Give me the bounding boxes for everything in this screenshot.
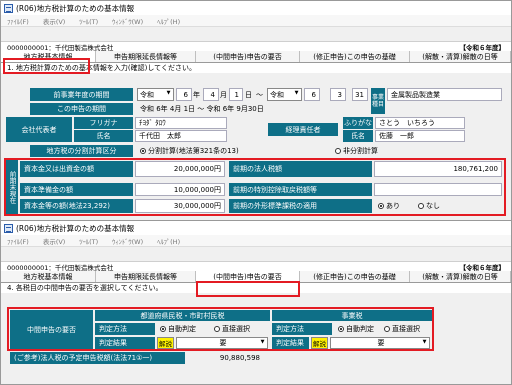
prev-year2-input[interactable]: 6 [304,88,320,101]
acct-furigana-input[interactable]: さとう いちろう [375,117,465,129]
menu-bar: ﾌｧｲﾙ(F) 表示(V) ﾂｰﾙ(T) ｳｨﾝﾄﾞｳ(W) ﾍﾙﾌﾟ(H) [1,15,511,27]
fiscal-year: 【令和６年度】 [459,43,506,52]
highlight-zenki [4,158,506,216]
tilde-sep: ～ [256,90,263,99]
tab-local-tax-basic[interactable]: 地方税基本情報 [1,271,96,282]
prev-day1-input[interactable]: 1 [229,88,243,101]
this-period-value: 令和 6年 4月 1日 ～ 令和 6年 9月30日 [140,105,264,113]
era-select-end[interactable]: 令和 ▼ [267,88,302,101]
highlight-interim-table [7,307,434,351]
menu-window[interactable]: ｳｨﾝﾄﾞｳ(W) [112,16,143,26]
month-sep: 月 [220,90,227,99]
app-icon [4,3,13,13]
chevron-down-icon: ▼ [294,90,299,96]
menu-window[interactable]: ｳｨﾝﾄﾞｳ(W) [112,236,143,246]
menu-bar: ﾌｧｲﾙ(F) 表示(V) ﾂｰﾙ(T) ｳｨﾝﾄﾞｳ(W) ﾍﾙﾌﾟ(H) [1,235,511,247]
company-name: 0000000001：千代田製造株式会社 [7,43,114,52]
menu-tools[interactable]: ﾂｰﾙ(T) [79,16,98,26]
jigyo-label: 事業種目 [371,88,385,114]
highlight-tab [3,58,90,74]
menu-file[interactable]: ﾌｧｲﾙ(F) [7,236,29,246]
toolbar-gap [1,247,511,261]
prev-year1-input[interactable]: 6 [176,88,192,101]
chevron-down-icon: ▼ [166,90,171,96]
year-sep: 年 [193,90,200,99]
bunkatsu-opt2: 非分割計算 [343,147,378,155]
title-bar: (R06)地方税計算のための基本情報 [1,221,511,235]
menu-help[interactable]: ﾍﾙﾌﾟ(H) [157,16,180,26]
furigana-input[interactable]: ﾁﾖﾀﾞ ﾀﾛｳ [135,117,227,129]
bunkatsu-radio-nonsplit[interactable]: 非分割計算 [335,145,378,157]
tab-dissolution[interactable]: (解散・清算)解散の日等 [410,271,511,282]
note-value: 90,880,598 [219,354,260,362]
app-icon [4,223,13,233]
company-bar: 0000000001：千代田製造株式会社 【令和６年度】 [1,261,511,272]
prev-day2-input[interactable]: 31 [352,88,368,101]
company-bar: 0000000001：千代田製造株式会社 【令和６年度】 [1,41,511,52]
menu-view[interactable]: 表示(V) [43,236,66,246]
acct-name-label: 氏名 [343,130,373,142]
era-select[interactable]: 令和 ▼ [137,88,174,101]
name-label: 氏名 [74,130,133,142]
title-bar: (R06)地方税計算のための基本情報 [1,1,511,15]
window-title: (R06)地方税計算のための基本情報 [16,223,135,233]
radio-icon [335,148,341,154]
menu-view[interactable]: 表示(V) [43,16,66,26]
note-label: (ご参考)法人税の予定申告税額(法法71①一) [10,352,185,364]
bunkatsu-label: 地方税の分割計算区分 [30,145,133,157]
era-end-value: 令和 [270,90,284,99]
tab-interim-necessity[interactable]: (中間申告)申告の要否 [196,51,300,62]
radio-selected-icon [140,148,146,154]
acct-furigana-label: ふりがな [343,117,373,129]
tab-dissolution[interactable]: (解散・清算)解散の日等 [410,51,511,62]
menu-file[interactable]: ﾌｧｲﾙ(F) [7,16,29,26]
acct-name-input[interactable]: 佐藤 一郎 [375,130,465,142]
tab-amended-basis[interactable]: (修正申告)この申告の基礎 [300,51,410,62]
fiscal-year: 【令和６年度】 [459,263,506,272]
acct-label: 経理責任者 [268,123,338,136]
tab-extension[interactable]: 申告期限延長情報等 [96,271,196,282]
prev-month2-input[interactable]: 3 [330,88,346,101]
highlight-tab-interim [196,281,300,297]
toolbar-gap [1,27,511,41]
bunkatsu-opt1: 分割計算(地法第321条の13) [148,147,239,155]
company-name: 0000000001：千代田製造株式会社 [7,263,114,272]
furigana-label: フリガナ [74,117,133,129]
name-input[interactable]: 千代田 太郎 [135,130,227,142]
menu-help[interactable]: ﾍﾙﾌﾟ(H) [157,236,180,246]
bunkatsu-radio-split[interactable]: 分割計算(地法第321条の13) [140,145,239,157]
menu-tools[interactable]: ﾂｰﾙ(T) [79,236,98,246]
rep-label: 会社代表者 [6,117,72,142]
day-sep: 日 [245,90,252,99]
this-period-label: この申告の期間 [30,103,133,115]
era-value: 令和 [140,90,154,99]
prev-period-label: 前事業年度の期間 [30,88,133,101]
tab-extension[interactable]: 申告期限延長情報等 [96,51,196,62]
tab-amended-basis[interactable]: (修正申告)この申告の基礎 [300,271,410,282]
window-title: (R06)地方税計算のための基本情報 [16,3,135,13]
jigyo-input[interactable]: 金属製品製造業 [387,88,502,101]
prev-month1-input[interactable]: 4 [203,88,219,101]
